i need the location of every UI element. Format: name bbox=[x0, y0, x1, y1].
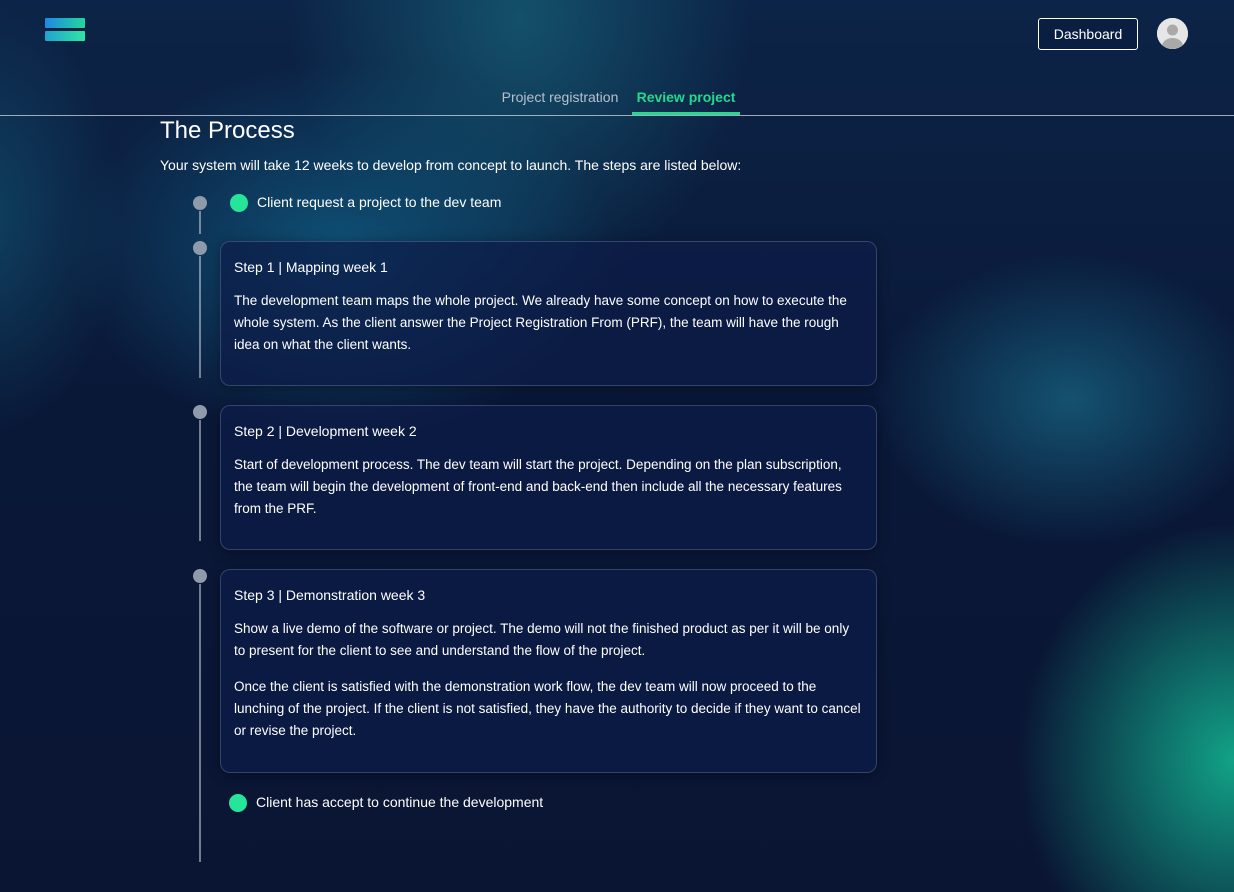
step-title: Step 1 | Mapping week 1 bbox=[234, 259, 388, 275]
user-avatar-icon[interactable] bbox=[1157, 18, 1188, 49]
tab-project-registration[interactable]: Project registration bbox=[495, 78, 625, 116]
timeline-node bbox=[193, 569, 207, 583]
step-description: Show a live demo of the software or proj… bbox=[234, 621, 850, 658]
avatar-silhouette-icon bbox=[1157, 18, 1188, 49]
start-status-text: Client request a project to the dev team bbox=[257, 194, 502, 210]
status-complete-icon bbox=[229, 794, 247, 812]
timeline-node bbox=[193, 405, 207, 419]
process-intro: Your system will take 12 weeks to develo… bbox=[160, 157, 742, 173]
step-description: Once the client is satisfied with the de… bbox=[234, 679, 861, 738]
step-card: Step 3 | Demonstration week 3 Show a liv… bbox=[220, 569, 877, 773]
step-title: Step 2 | Development week 2 bbox=[234, 423, 417, 439]
status-complete-icon bbox=[230, 194, 248, 212]
timeline-connector bbox=[199, 584, 201, 862]
tab-bar: Project registration Review project bbox=[0, 78, 1234, 116]
dashboard-button[interactable]: Dashboard bbox=[1038, 18, 1138, 50]
logo-bar-top bbox=[45, 18, 85, 28]
step-description: Start of development process. The dev te… bbox=[234, 457, 842, 516]
page-title: The Process bbox=[160, 117, 295, 144]
step-description: The development team maps the whole proj… bbox=[234, 293, 847, 352]
logo-bar-bottom bbox=[45, 31, 85, 41]
timeline-node bbox=[193, 196, 207, 210]
tab-divider bbox=[0, 115, 1234, 116]
timeline-connector bbox=[199, 256, 201, 378]
app-logo[interactable] bbox=[45, 18, 85, 41]
tab-review-project[interactable]: Review project bbox=[632, 78, 740, 116]
timeline-connector bbox=[199, 211, 201, 234]
timeline-node bbox=[193, 241, 207, 255]
step-card: Step 1 | Mapping week 1 The development … bbox=[220, 241, 877, 386]
step-card: Step 2 | Development week 2 Start of dev… bbox=[220, 405, 877, 550]
end-status-text: Client has accept to continue the develo… bbox=[256, 794, 544, 810]
step-title: Step 3 | Demonstration week 3 bbox=[234, 587, 426, 603]
timeline-connector bbox=[199, 420, 201, 541]
